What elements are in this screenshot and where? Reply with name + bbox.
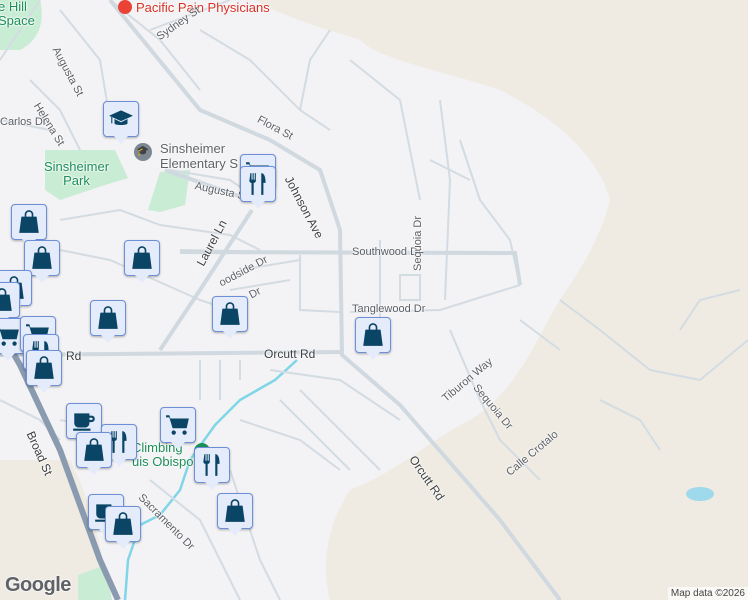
restaurant-marker[interactable] (194, 447, 230, 490)
street-tanglewood-dr: Tanglewood Dr (352, 303, 426, 315)
restaurant-icon (245, 171, 271, 197)
street-orcutt-rd-west: Rd (66, 349, 82, 363)
shopping-bag-icon (29, 245, 55, 271)
poi-pacific-pain[interactable]: Pacific Pain Physicians (136, 0, 270, 15)
store-marker[interactable] (0, 282, 20, 325)
pond (686, 487, 714, 501)
shopping-bag-icon (81, 437, 107, 463)
school-marker[interactable] (103, 101, 139, 144)
shopping-cart-icon (165, 412, 191, 438)
shopping-marker[interactable] (160, 407, 196, 450)
shopping-bag-icon (16, 209, 42, 235)
school-pin-icon[interactable]: 🎓 (134, 143, 152, 161)
johnson-ave (108, 0, 562, 600)
google-logo[interactable]: Google (5, 574, 71, 597)
street-sequoia-dr: Sequoia Dr (412, 215, 424, 271)
medical-pin-icon[interactable] (118, 0, 132, 14)
store-marker[interactable] (26, 350, 62, 393)
map-attribution[interactable]: Map data ©2026 (667, 587, 748, 600)
shopping-cart-icon (0, 323, 21, 349)
store-marker[interactable] (105, 506, 141, 549)
school-icon (108, 106, 134, 132)
shopping-bag-icon (110, 511, 136, 537)
store-marker[interactable] (355, 317, 391, 360)
terrain-area (255, 0, 748, 600)
store-marker[interactable] (124, 240, 160, 283)
shopping-bag-icon (31, 355, 57, 381)
store-marker[interactable] (217, 493, 253, 536)
shopping-bag-icon (222, 498, 248, 524)
store-marker[interactable] (76, 432, 112, 475)
street-orcutt-rd: Orcutt Rd (264, 347, 316, 361)
store-marker[interactable] (90, 300, 126, 343)
park-label-sinsheimer: Sinsheimer Park (44, 159, 110, 188)
store-marker[interactable] (11, 204, 47, 247)
restaurant-icon (199, 452, 225, 478)
shopping-bag-icon (95, 305, 121, 331)
coffee-cup-icon (71, 408, 97, 434)
shopping-bag-icon (217, 301, 243, 327)
street-carlos-dr: Carlos Dr (0, 116, 47, 128)
store-marker[interactable] (212, 296, 248, 339)
shopping-bag-icon (360, 322, 386, 348)
restaurant-marker[interactable] (240, 166, 276, 209)
poi-sinsheimer-elementary[interactable]: Sinsheimer Elementary S (160, 141, 238, 171)
shopping-bag-icon (0, 287, 15, 313)
park-label-hill: e Hill Space (0, 0, 35, 28)
shopping-bag-icon (129, 245, 155, 271)
